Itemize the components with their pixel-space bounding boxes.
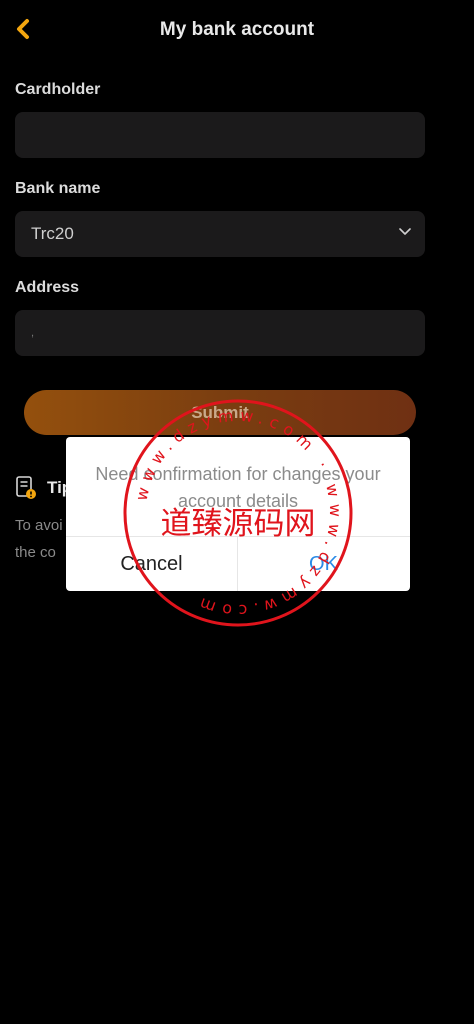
dialog-message: Need confirmation for changes your accou… <box>95 464 381 511</box>
submit-button[interactable]: Submit <box>24 390 416 435</box>
cancel-button[interactable]: Cancel <box>66 537 237 591</box>
page-title: My bank account <box>159 19 315 40</box>
bank-name-select[interactable]: Trc20 <box>15 211 425 257</box>
confirmation-dialog: Need confirmation for changes your accou… <box>66 437 410 591</box>
bank-name-value: Trc20 <box>31 224 74 243</box>
document-icon <box>16 476 36 499</box>
ok-button[interactable]: OK <box>238 537 409 591</box>
cardholder-input[interactable] <box>15 112 425 158</box>
tips-header: Tip <box>15 476 72 500</box>
chevron-down-icon <box>399 228 411 235</box>
address-label: Address <box>15 279 80 296</box>
address-input[interactable] <box>15 310 425 356</box>
cardholder-label: Cardholder <box>15 81 101 98</box>
bank-name-label: Bank name <box>15 180 101 197</box>
header: My bank account <box>0 0 474 60</box>
address-field[interactable] <box>15 310 425 356</box>
cardholder-field[interactable] <box>15 112 425 158</box>
